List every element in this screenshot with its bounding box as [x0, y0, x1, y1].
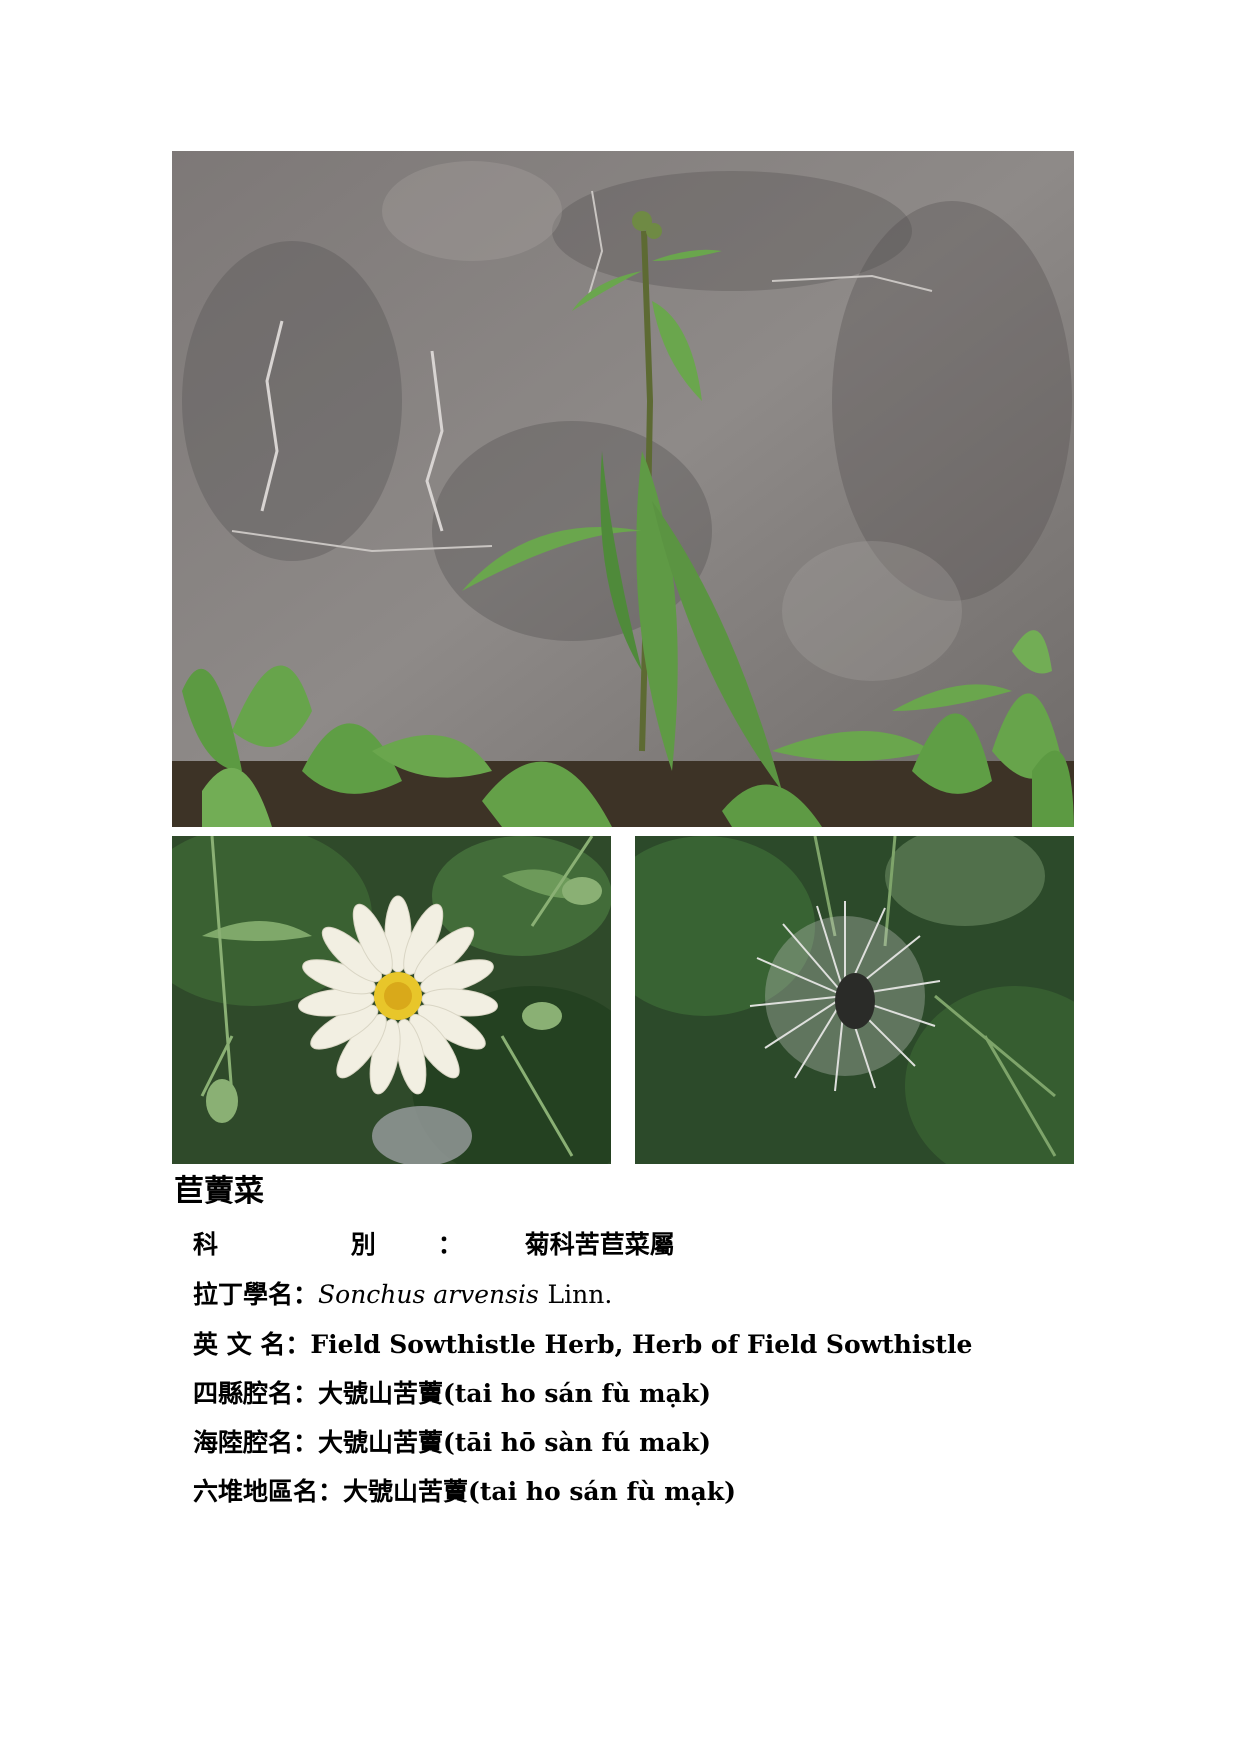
latin-label: 拉丁學名：: [193, 1280, 319, 1309]
liudui-name: 大號山苦藚: [343, 1477, 469, 1506]
english-value: Field Sowthistle Herb, Herb of Field Sow…: [310, 1330, 973, 1359]
latin-name-row: 拉丁學名：Sonchus arvensis Linn.: [193, 1275, 612, 1315]
wall-plant-photo-icon: [172, 151, 1074, 827]
flower-photo: [172, 836, 611, 1164]
family-value: 菊科苦苣菜屬: [524, 1230, 675, 1259]
sixian-label: 四縣腔名：: [193, 1379, 319, 1408]
seedhead-photo-icon: [635, 836, 1074, 1164]
sixian-name: 大號山苦藚: [318, 1379, 444, 1408]
seedhead-photo: [635, 836, 1074, 1164]
sixian-pronunciation: (tai ho sán fù mạk): [443, 1379, 711, 1408]
liudui-label: 六堆地區名：: [193, 1477, 344, 1506]
hailu-label: 海陸腔名：: [193, 1428, 319, 1457]
family-label: 科 別：: [193, 1230, 525, 1259]
english-name-row: 英 文 名：Field Sowthistle Herb, Herb of Fie…: [193, 1325, 972, 1365]
latin-genus-species: Sonchus arvensis: [318, 1280, 539, 1309]
latin-author: Linn.: [547, 1280, 613, 1309]
plant-wall-photo: [172, 151, 1074, 827]
white-flower-photo-icon: [172, 836, 611, 1164]
english-label: 英 文 名：: [193, 1330, 311, 1359]
hailu-name-row: 海陸腔名：大號山苦藚(tāi hō sàn fú mak): [193, 1423, 711, 1463]
liudui-pronunciation: (tai ho sán fù mạk): [468, 1477, 736, 1506]
family-row: 科 別：菊科苦苣菜屬: [193, 1225, 675, 1265]
hailu-pronunciation: (tāi hō sàn fú mak): [443, 1428, 711, 1457]
sixian-name-row: 四縣腔名：大號山苦藚(tai ho sán fù mạk): [193, 1374, 711, 1414]
page-title: 苣藚菜: [174, 1174, 264, 1209]
hailu-name: 大號山苦藚: [318, 1428, 444, 1457]
liudui-name-row: 六堆地區名：大號山苦藚(tai ho sán fù mạk): [193, 1472, 736, 1512]
